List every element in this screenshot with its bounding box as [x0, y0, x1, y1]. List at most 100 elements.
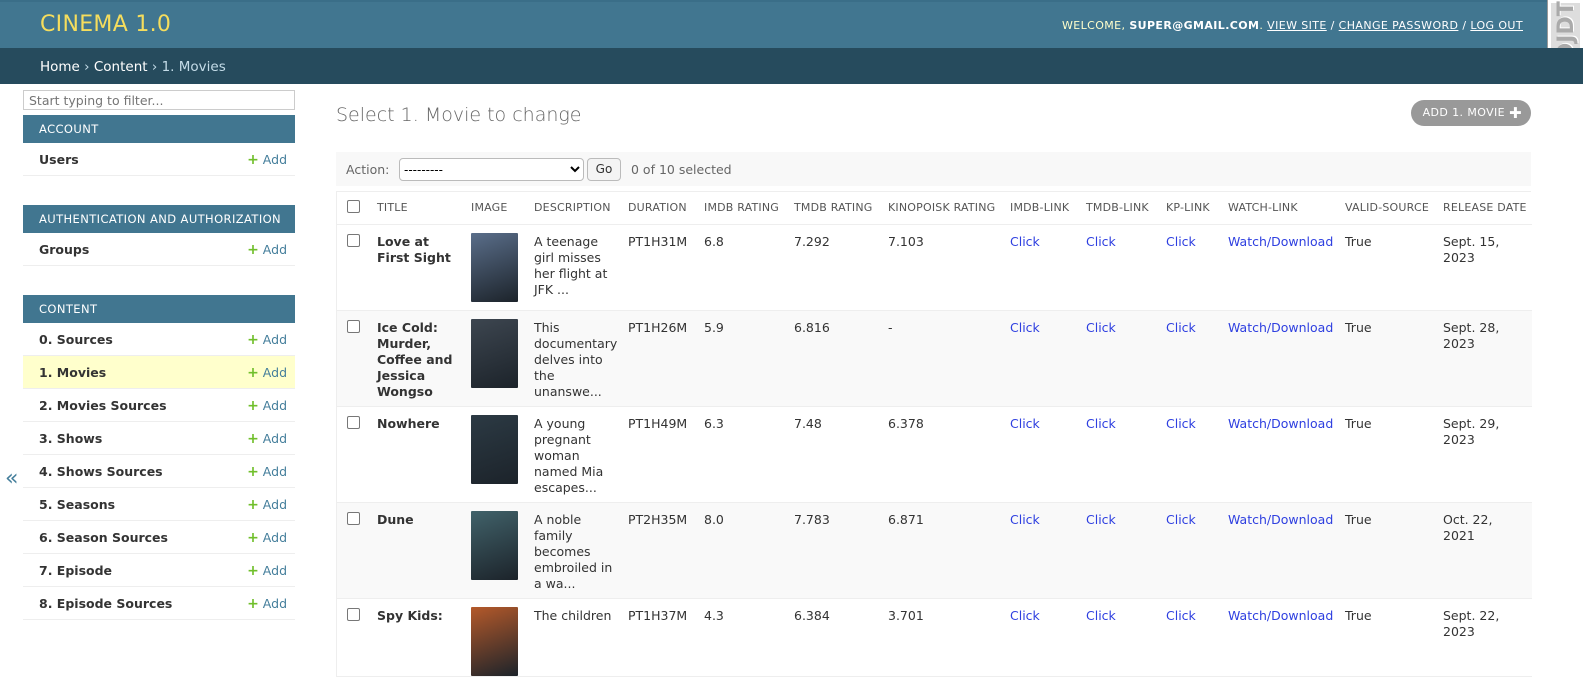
- sidebar-item-link[interactable]: 8. Episode Sources: [39, 596, 172, 611]
- sidebar-add-link[interactable]: + Add: [247, 332, 287, 348]
- sidebar-item-link[interactable]: Groups: [39, 242, 89, 257]
- add-movie-button[interactable]: ADD 1. MOVIE ✚: [1410, 100, 1531, 126]
- column-header[interactable]: Valid-Source: [1341, 192, 1439, 225]
- sidebar-item-link[interactable]: 3. Shows: [39, 431, 102, 446]
- valid-value: True: [1345, 511, 1372, 527]
- sidebar-add-link[interactable]: + Add: [247, 596, 287, 612]
- imdb-cell: 6.8: [700, 224, 790, 311]
- nav-filter-input[interactable]: [23, 90, 295, 110]
- sidebar-item-link[interactable]: 0. Sources: [39, 332, 113, 347]
- sidebar-module-caption[interactable]: Account: [23, 115, 295, 143]
- column-header[interactable]: IMDB-Link: [1006, 192, 1082, 225]
- tmdb-link-link[interactable]: Click: [1086, 608, 1116, 623]
- column-header[interactable]: Description: [530, 192, 624, 225]
- select-all-checkbox[interactable]: [347, 199, 360, 213]
- log-out-link[interactable]: LOG OUT: [1470, 19, 1523, 32]
- site-branding[interactable]: CINEMA 1.0: [40, 12, 171, 37]
- sidebar-item: 1. Movies + Add: [23, 356, 295, 389]
- sidebar-add-link[interactable]: + Add: [247, 563, 287, 579]
- release-value: Sept. 29, 2023: [1443, 415, 1500, 447]
- movie-title-link[interactable]: Dune: [377, 512, 414, 527]
- sidebar-item-link[interactable]: 2. Movies Sources: [39, 398, 167, 413]
- module-spacer: [23, 266, 295, 295]
- action-select[interactable]: ---------: [399, 158, 584, 181]
- tmdb-link-link[interactable]: Click: [1086, 320, 1116, 335]
- kp-link-link[interactable]: Click: [1166, 234, 1196, 249]
- sidebar-item-link[interactable]: 4. Shows Sources: [39, 464, 163, 479]
- sidebar-item-link[interactable]: 6. Season Sources: [39, 530, 168, 545]
- sidebar-module-caption[interactable]: Authentication and Authorization: [23, 205, 295, 233]
- column-header[interactable]: IMDB Rating: [700, 192, 790, 225]
- imdb-link-link[interactable]: Click: [1010, 234, 1040, 249]
- tmdb-link-link[interactable]: Click: [1086, 234, 1116, 249]
- tmdb-link-link[interactable]: Click: [1086, 512, 1116, 527]
- sidebar-add-link[interactable]: + Add: [247, 242, 287, 258]
- movie-title-link[interactable]: Love at First Sight: [377, 234, 451, 265]
- table-row: Love at First Sight A teenage girl misses…: [337, 224, 1532, 311]
- tmdb-link-link[interactable]: Click: [1086, 416, 1116, 431]
- sidebar-add-link[interactable]: + Add: [247, 152, 287, 168]
- kp-link-link[interactable]: Click: [1166, 416, 1196, 431]
- column-header[interactable]: Release Date: [1439, 192, 1532, 225]
- column-header[interactable]: KP-Link: [1162, 192, 1224, 225]
- watch-link-link[interactable]: Watch/Download: [1228, 512, 1333, 527]
- separator: /: [1330, 19, 1335, 32]
- toggle-sidebar-button[interactable]: «: [5, 466, 18, 491]
- sidebar-add-link[interactable]: + Add: [247, 497, 287, 513]
- movie-title-link[interactable]: Nowhere: [377, 416, 440, 431]
- row-checkbox[interactable]: [347, 607, 360, 621]
- movie-title-link[interactable]: Ice Cold: Murder, Coffee and Jessica Won…: [377, 320, 452, 399]
- column-header[interactable]: TMDB-Link: [1082, 192, 1162, 225]
- add-movie-label: ADD 1. MOVIE: [1422, 106, 1505, 119]
- sidebar-add-link[interactable]: + Add: [247, 530, 287, 546]
- sidebar-item: 4. Shows Sources + Add: [23, 455, 295, 488]
- tmdb_link-cell: Click: [1082, 406, 1162, 503]
- kp-cell: 7.103: [884, 224, 1006, 311]
- breadcrumb-content[interactable]: Content: [94, 59, 148, 75]
- go-button[interactable]: Go: [587, 158, 621, 181]
- change-password-link[interactable]: CHANGE PASSWORD: [1339, 19, 1459, 32]
- sidebar-add-link[interactable]: + Add: [247, 365, 287, 381]
- imdb-value: 8.0: [704, 511, 724, 527]
- actions-bar: Action: --------- Go 0 of 10 selected: [336, 152, 1531, 186]
- watch-link-link[interactable]: Watch/Download: [1228, 416, 1333, 431]
- watch-link-link[interactable]: Watch/Download: [1228, 320, 1333, 335]
- row-checkbox[interactable]: [347, 511, 360, 525]
- column-header[interactable]: Watch-Link: [1224, 192, 1341, 225]
- sidebar-item-link[interactable]: 7. Episode: [39, 563, 112, 578]
- breadcrumb-home[interactable]: Home: [40, 59, 80, 75]
- sidebar-module-caption[interactable]: Content: [23, 295, 295, 323]
- imdb-link-link[interactable]: Click: [1010, 416, 1040, 431]
- sidebar-item-link[interactable]: 1. Movies: [39, 365, 106, 380]
- watch-link-link[interactable]: Watch/Download: [1228, 234, 1333, 249]
- sidebar-item-link[interactable]: 5. Seasons: [39, 497, 115, 512]
- release-value: Sept. 28, 2023: [1443, 319, 1500, 351]
- sidebar-add-link[interactable]: + Add: [247, 398, 287, 414]
- sidebar-add-link[interactable]: + Add: [247, 464, 287, 480]
- imdb-link-link[interactable]: Click: [1010, 512, 1040, 527]
- breadcrumb: Home › Content › 1. Movies: [0, 48, 1583, 84]
- column-header[interactable]: Duration: [624, 192, 700, 225]
- movie-title-link[interactable]: Spy Kids:: [377, 608, 443, 623]
- sidebar-item-link[interactable]: Users: [39, 152, 79, 167]
- movie-poster-image: [471, 606, 518, 676]
- view-site-link[interactable]: VIEW SITE: [1267, 19, 1327, 32]
- sidebar-item: 5. Seasons + Add: [23, 488, 295, 521]
- row-checkbox[interactable]: [347, 233, 360, 247]
- column-header[interactable]: TMDB Rating: [790, 192, 884, 225]
- column-header[interactable]: Image: [467, 192, 530, 225]
- row-select-cell: [337, 224, 373, 311]
- kp-link-link[interactable]: Click: [1166, 320, 1196, 335]
- row-checkbox[interactable]: [347, 415, 360, 429]
- imdb-link-link[interactable]: Click: [1010, 320, 1040, 335]
- sidebar-add-link[interactable]: + Add: [247, 431, 287, 447]
- select-all-column: [337, 192, 373, 225]
- kp-link-link[interactable]: Click: [1166, 512, 1196, 527]
- plus-icon: +: [247, 365, 259, 381]
- column-header[interactable]: Title: [373, 192, 467, 225]
- imdb-link-link[interactable]: Click: [1010, 608, 1040, 623]
- kp-link-link[interactable]: Click: [1166, 608, 1196, 623]
- column-header[interactable]: Kinopoisk Rating: [884, 192, 1006, 225]
- watch-link-link[interactable]: Watch/Download: [1228, 608, 1333, 623]
- row-checkbox[interactable]: [347, 319, 360, 333]
